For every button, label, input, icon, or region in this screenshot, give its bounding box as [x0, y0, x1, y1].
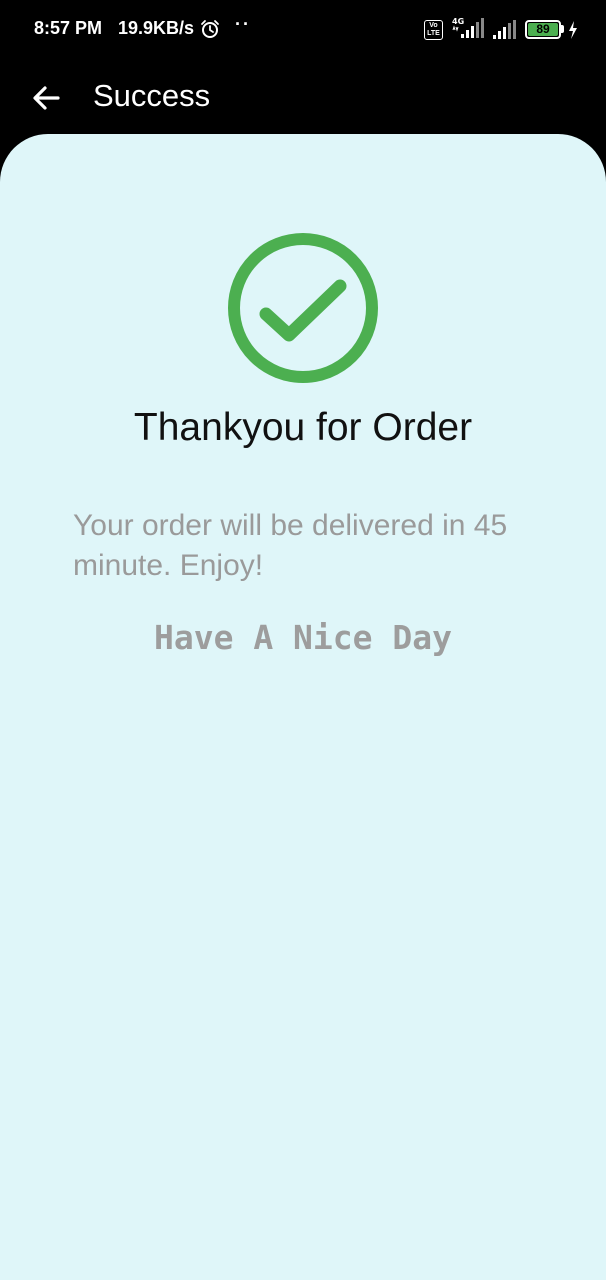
network-type-label: 4G: [452, 17, 464, 26]
network-speed: 19.9KB/s: [118, 18, 195, 38]
signal-4g-icon: 4G: [452, 17, 484, 38]
check-circle-icon: [228, 233, 378, 383]
alarm-icon: [201, 20, 219, 38]
volte-top-label: Vo: [429, 22, 438, 29]
back-button[interactable]: [22, 74, 70, 122]
battery-level: 89: [528, 23, 558, 36]
app-bar: Success: [0, 60, 606, 134]
content-card: Thankyou for Order Your order will be de…: [0, 134, 606, 1280]
status-bar: 8:57 PM 19.9KB/s ·· Vo LTE 4G 89: [0, 0, 606, 60]
notification-dots: ··: [235, 14, 251, 34]
page-title: Success: [93, 78, 211, 113]
signal-icon: [493, 20, 516, 39]
arrow-left-icon: [33, 86, 60, 110]
battery-tip: [561, 25, 564, 33]
volte-bottom-label: LTE: [427, 30, 440, 37]
charging-icon: [569, 21, 577, 39]
status-time: 8:57 PM: [34, 18, 103, 38]
volte-icon: Vo LTE: [424, 20, 443, 40]
success-screen: 8:57 PM 19.9KB/s ·· Vo LTE 4G 89 Success…: [0, 0, 606, 1280]
order-message: Your order will be delivered in 45 minut…: [73, 509, 508, 582]
battery-icon: 89: [525, 20, 561, 39]
closing-message: Have A Nice Day: [153, 618, 452, 657]
thank-you-title: Thankyou for Order: [133, 406, 473, 449]
